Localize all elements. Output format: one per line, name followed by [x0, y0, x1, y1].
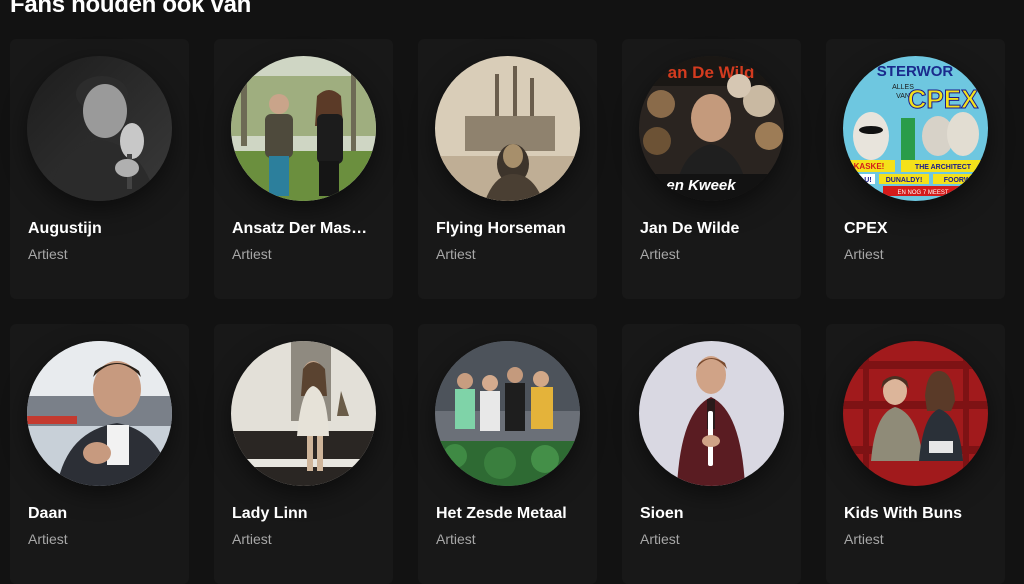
- artist-card-daan[interactable]: Daan Artiest: [10, 324, 189, 584]
- photo-text: STERWOR: [877, 63, 954, 80]
- artist-name[interactable]: CPEX: [844, 219, 989, 239]
- photo-text: en Kweek: [666, 177, 736, 194]
- artist-card-sioen[interactable]: Sioen Artiest: [622, 324, 801, 584]
- artist-card-het-zesde-metaal[interactable]: Het Zesde Metaal Artiest: [418, 324, 597, 584]
- artist-card-ansatz-der-maschine[interactable]: Ansatz Der Mas… Artiest: [214, 39, 393, 299]
- photo-text: FOORWIJ: [944, 177, 977, 184]
- artist-type-label: Artiest: [436, 246, 476, 262]
- artist-photo: [231, 341, 376, 486]
- artist-type-label: Artiest: [844, 531, 884, 547]
- artist-type-label: Artiest: [640, 531, 680, 547]
- artist-name[interactable]: Kids With Buns: [844, 504, 989, 524]
- artist-name[interactable]: Ansatz Der Mas…: [232, 219, 377, 239]
- artist-name[interactable]: Flying Horseman: [436, 219, 581, 239]
- photo-text: CPEX: [908, 84, 979, 114]
- artist-photo: [435, 341, 580, 486]
- artist-type-label: Artiest: [436, 531, 476, 547]
- artist-photo: [843, 341, 988, 486]
- artist-card-lady-linn[interactable]: Lady Linn Artiest: [214, 324, 393, 584]
- artist-card-flying-horseman[interactable]: Flying Horseman Artiest: [418, 39, 597, 299]
- artist-card-augustijn[interactable]: Augustijn Artiest: [10, 39, 189, 299]
- photo-text: EN NOG 7 MEEST: [897, 190, 948, 196]
- photo-text: KE LU!: [848, 177, 871, 184]
- artist-photo: STERWOR ALLES VAN CPEX KASKE! THE ARCHIT…: [843, 56, 988, 201]
- artist-type-label: Artiest: [232, 246, 272, 262]
- artist-name[interactable]: Het Zesde Metaal: [436, 504, 581, 524]
- artist-name[interactable]: Augustijn: [28, 219, 173, 239]
- photo-text: KASKE!: [854, 162, 885, 171]
- section-title[interactable]: Fans houden ook van: [10, 0, 251, 19]
- artist-type-label: Artiest: [28, 246, 68, 262]
- artist-name[interactable]: Jan De Wilde: [640, 219, 785, 239]
- photo-text: DUNALDY!: [886, 177, 923, 184]
- artist-name[interactable]: Sioen: [640, 504, 785, 524]
- artist-photo: an De Wild en Kweek: [639, 56, 784, 201]
- artist-photo: [231, 56, 376, 201]
- artist-type-label: Artiest: [640, 246, 680, 262]
- artist-photo: [27, 341, 172, 486]
- artist-name[interactable]: Daan: [28, 504, 173, 524]
- artist-name[interactable]: Lady Linn: [232, 504, 377, 524]
- artist-photo: [435, 56, 580, 201]
- artist-type-label: Artiest: [232, 531, 272, 547]
- artist-type-label: Artiest: [844, 246, 884, 262]
- artist-card-cpex[interactable]: STERWOR ALLES VAN CPEX KASKE! THE ARCHIT…: [826, 39, 1005, 299]
- photo-text: THE ARCHITECT: [915, 164, 972, 171]
- artist-card-kids-with-buns[interactable]: Kids With Buns Artiest: [826, 324, 1005, 584]
- artist-type-label: Artiest: [28, 531, 68, 547]
- artist-card-jan-de-wilde[interactable]: an De Wild en Kweek Jan De Wilde Artiest: [622, 39, 801, 299]
- artist-photo: [639, 341, 784, 486]
- artist-photo: [27, 56, 172, 201]
